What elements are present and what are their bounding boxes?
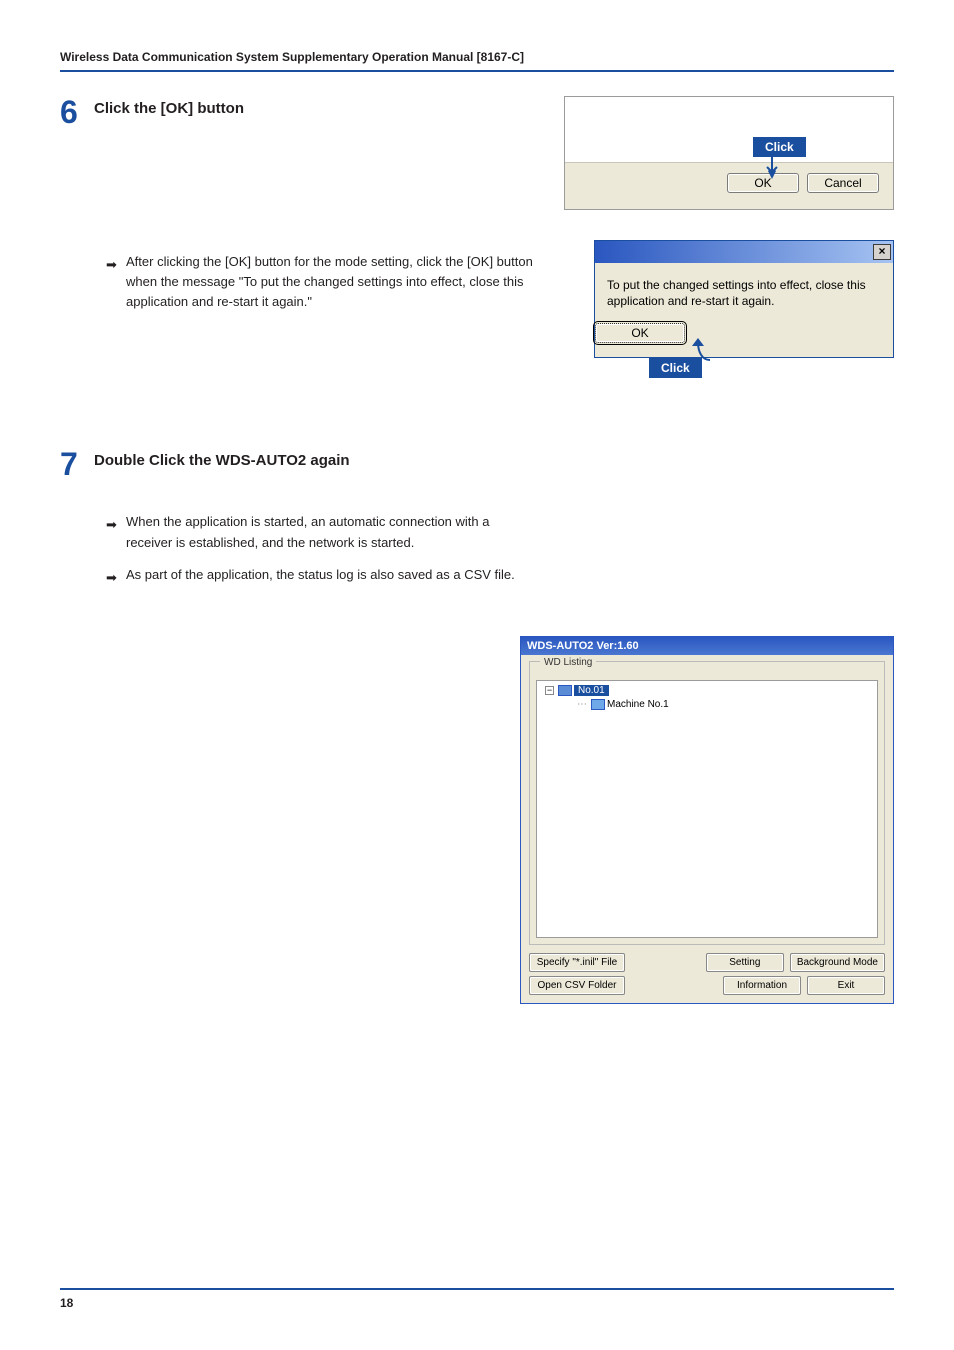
arrow-right-icon: ➡ (106, 568, 120, 588)
tree-root-node[interactable]: − No.01 (545, 685, 873, 696)
app-window: WDS-AUTO2 Ver:1.60 WD Listing − No.01 ⋯ … (520, 636, 894, 1004)
background-mode-button[interactable]: Background Mode (790, 953, 885, 972)
step-number: 6 (60, 96, 94, 128)
bullet: ➡ As part of the application, the status… (106, 565, 534, 588)
arrow-icon (765, 157, 779, 179)
setting-button[interactable]: Setting (706, 953, 784, 972)
exit-button[interactable]: Exit (807, 976, 885, 995)
ok-cancel-dialog: Click OK Cancel (564, 96, 894, 210)
specify-inil-button[interactable]: Specify "*.inil" File (529, 953, 625, 972)
arrow-right-icon: ➡ (106, 515, 120, 535)
page-footer: 18 (60, 1288, 894, 1310)
app-titlebar: WDS-AUTO2 Ver:1.60 (521, 637, 893, 655)
arrow-right-icon: ➡ (106, 255, 120, 275)
groupbox-label: WD Listing (540, 657, 596, 668)
tree-node-label: No.01 (574, 685, 609, 696)
information-button[interactable]: Information (723, 976, 801, 995)
tree-line-icon: ⋯ (577, 699, 587, 710)
tree-node-label: Machine No.1 (607, 699, 669, 710)
ok-button[interactable]: OK (727, 173, 799, 193)
tree-child-node[interactable]: ⋯ Machine No.1 (569, 699, 873, 710)
message-dialog: × To put the changed settings into effec… (594, 240, 894, 358)
step-7: 7 Double Click the WDS-AUTO2 again (60, 448, 894, 480)
message-text: To put the changed settings into effect,… (595, 263, 893, 315)
titlebar: × (595, 241, 893, 263)
step-title: Click the [OK] button (94, 100, 244, 117)
bullet: ➡ After clicking the [OK] button for the… (106, 252, 534, 312)
step-number: 7 (60, 448, 94, 480)
page-header: Wireless Data Communication System Suppl… (60, 50, 894, 72)
ok-button[interactable]: OK (595, 323, 685, 343)
click-callout: Click (649, 358, 702, 378)
bullet: ➡ When the application is started, an au… (106, 512, 534, 552)
bullet-text: After clicking the [OK] button for the m… (126, 252, 534, 312)
device-icon (591, 699, 605, 710)
folder-icon (558, 685, 572, 696)
cancel-button[interactable]: Cancel (807, 173, 879, 193)
tree-panel[interactable]: − No.01 ⋯ Machine No.1 (536, 680, 878, 938)
close-icon[interactable]: × (873, 244, 891, 260)
bullet-text: As part of the application, the status l… (126, 565, 515, 585)
collapse-icon[interactable]: − (545, 686, 554, 695)
open-csv-button[interactable]: Open CSV Folder (529, 976, 625, 995)
page-number: 18 (60, 1296, 73, 1310)
step-6: 6 Click the [OK] button (60, 96, 534, 128)
bullet-text: When the application is started, an auto… (126, 512, 534, 552)
step-title: Double Click the WDS-AUTO2 again (94, 452, 350, 469)
click-callout: Click (753, 137, 806, 157)
